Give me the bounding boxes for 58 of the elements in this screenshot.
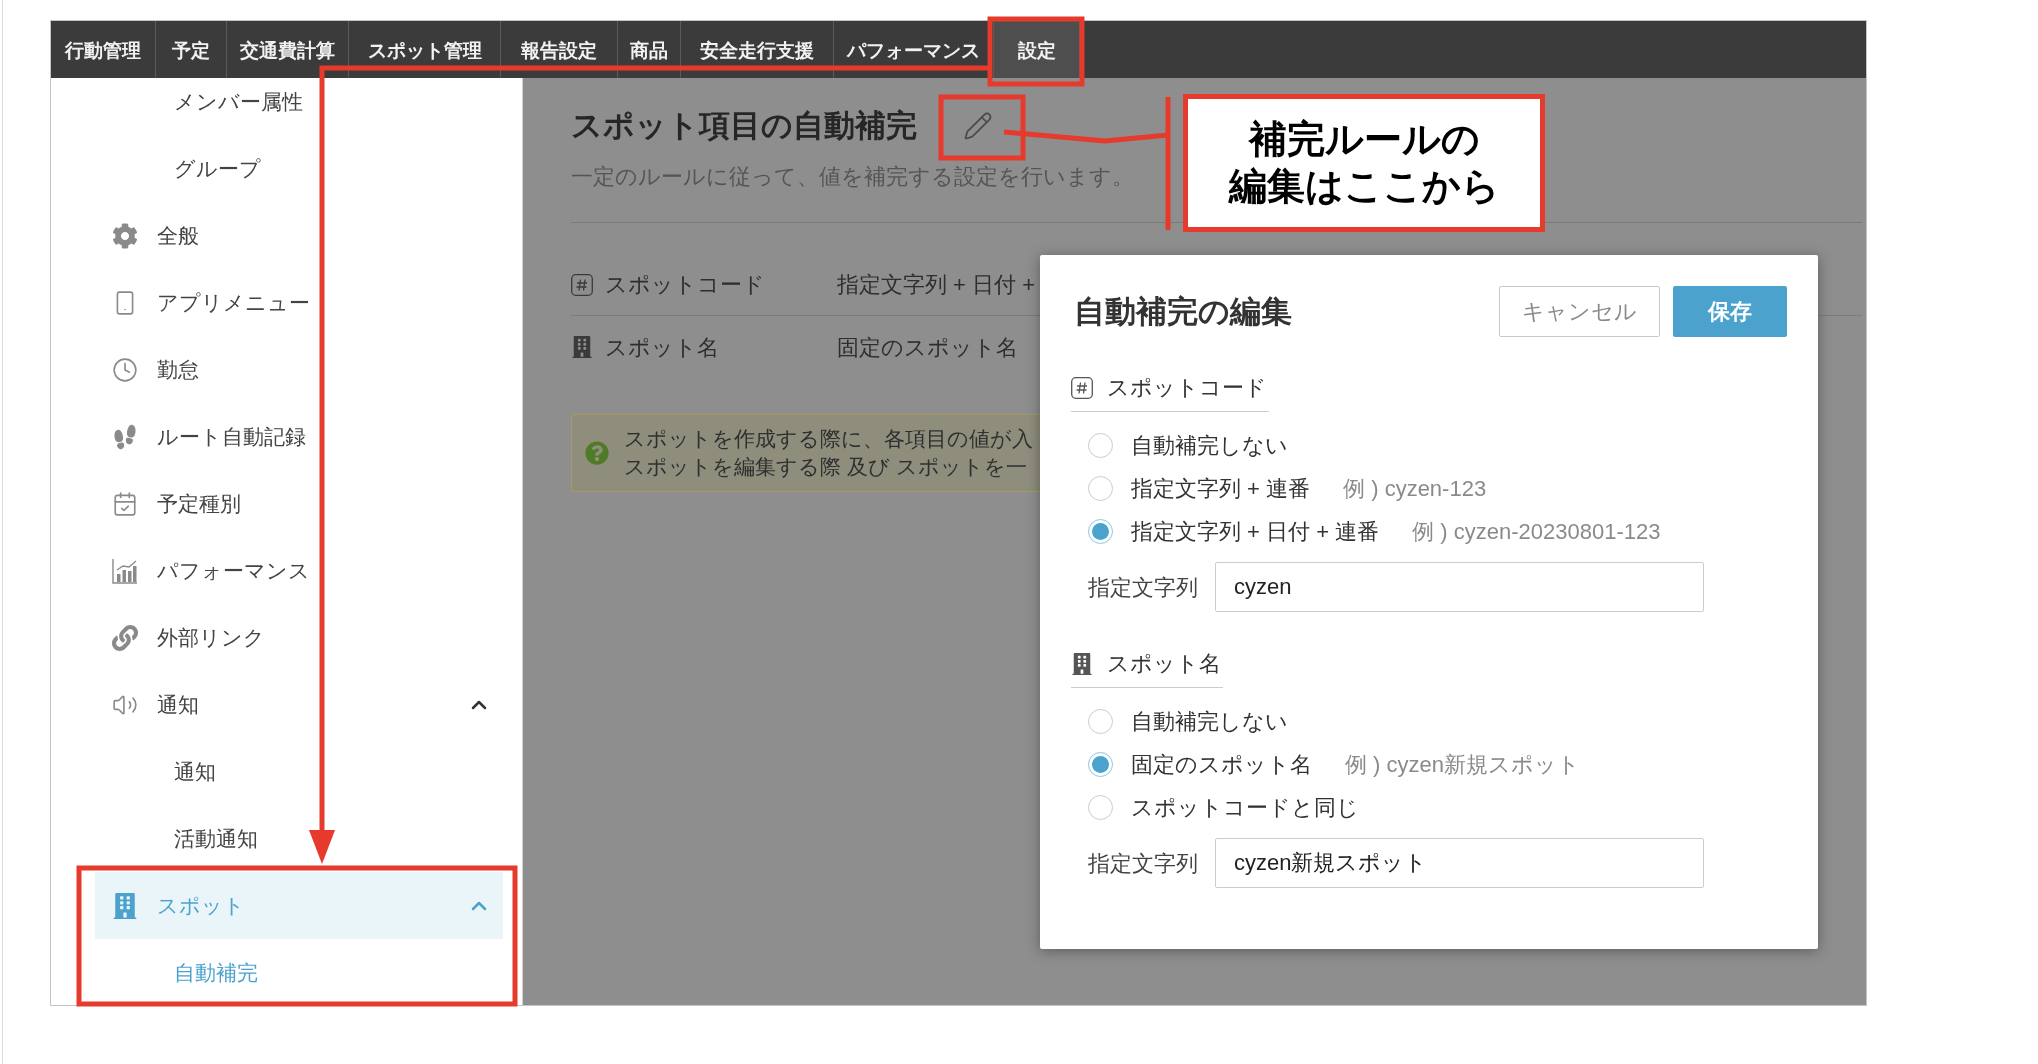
clock-icon: [112, 356, 138, 383]
radio-label[interactable]: 自動補完しない: [1131, 429, 1288, 462]
field-label: 指定文字列: [1088, 849, 1199, 878]
radio-button[interactable]: [1088, 795, 1113, 820]
text-field[interactable]: cyzen新規スポット: [1215, 838, 1704, 888]
radio-label[interactable]: 自動補完しない: [1131, 705, 1288, 738]
page-title: スポット項目の自動補完: [571, 107, 917, 145]
sidebar-item[interactable]: 勤怠: [95, 336, 503, 403]
sidebar-subitem[interactable]: 通知: [174, 755, 216, 788]
radio-button[interactable]: [1088, 433, 1113, 458]
hash-icon: [571, 273, 593, 296]
hash-icon: [1071, 377, 1093, 399]
link-icon: [112, 624, 138, 651]
callout-text: 補完ルールの: [1248, 117, 1480, 162]
sidebar-item[interactable]: 通知: [95, 671, 503, 738]
text-field[interactable]: cyzen: [1215, 562, 1704, 612]
notice-text: スポットを作成する際に、各項目の値が入: [624, 426, 1033, 452]
rule-value: 指定文字列 + 日付 +: [837, 271, 1036, 299]
building-icon: [1071, 653, 1093, 675]
radio-label[interactable]: 指定文字列 + 日付 + 連番: [1131, 515, 1380, 548]
pencil-icon[interactable]: [963, 111, 993, 141]
nav-tab[interactable]: 設定: [994, 21, 1080, 78]
sidebar-subitem[interactable]: 活動通知: [174, 822, 258, 855]
question-icon: [585, 441, 609, 465]
example-text: 例 ) cyzen-123: [1343, 475, 1487, 503]
radio-button[interactable]: [1088, 752, 1113, 777]
example-text: 例 ) cyzen-20230801-123: [1412, 518, 1661, 546]
notice-text: スポットを編集する際 及び スポットを一: [624, 454, 1028, 480]
radio-button[interactable]: [1088, 709, 1113, 734]
sidebar-item[interactable]: パフォーマンス: [95, 537, 503, 604]
building-icon: [571, 336, 593, 358]
radio-label[interactable]: 固定のスポット名: [1131, 748, 1312, 781]
sidebar-item[interactable]: 予定種別: [95, 470, 503, 537]
dialog-title: 自動補完の編集: [1074, 293, 1292, 331]
footprints-icon: [112, 423, 138, 450]
section-title: スポットコード: [1107, 374, 1267, 402]
radio-label[interactable]: スポットコードと同じ: [1131, 791, 1359, 824]
rule-value: 固定のスポット名: [837, 333, 1018, 362]
sidebar-subitem[interactable]: メンバー属性: [174, 85, 303, 118]
page-description: 一定のルールに従って、値を補完する設定を行います。: [571, 163, 1134, 191]
radio-button[interactable]: [1088, 476, 1113, 501]
field-label: 指定文字列: [1088, 573, 1199, 602]
building-icon: [112, 892, 138, 919]
sidebar-item[interactable]: ルート自動記録: [95, 403, 503, 470]
example-text: 例 ) cyzen新規スポット: [1345, 751, 1581, 779]
sidebar-subitem[interactable]: グループ: [174, 152, 261, 185]
bar-chart-icon: [112, 557, 138, 584]
gear-icon: [112, 222, 138, 249]
sidebar-item[interactable]: アプリメニュー: [95, 269, 503, 336]
callout-text: 編集はここから: [1228, 164, 1500, 209]
calendar-check-icon: [112, 490, 138, 517]
sidebar-item[interactable]: 全般: [95, 202, 503, 269]
radio-label[interactable]: 指定文字列 + 連番: [1131, 472, 1311, 505]
radio-button[interactable]: [1088, 519, 1113, 544]
rule-label: スポットコード: [605, 271, 766, 299]
sidebar-item[interactable]: 外部リンク: [95, 604, 503, 671]
section-title: スポット名: [1107, 650, 1221, 678]
rule-label: スポット名: [605, 333, 720, 362]
